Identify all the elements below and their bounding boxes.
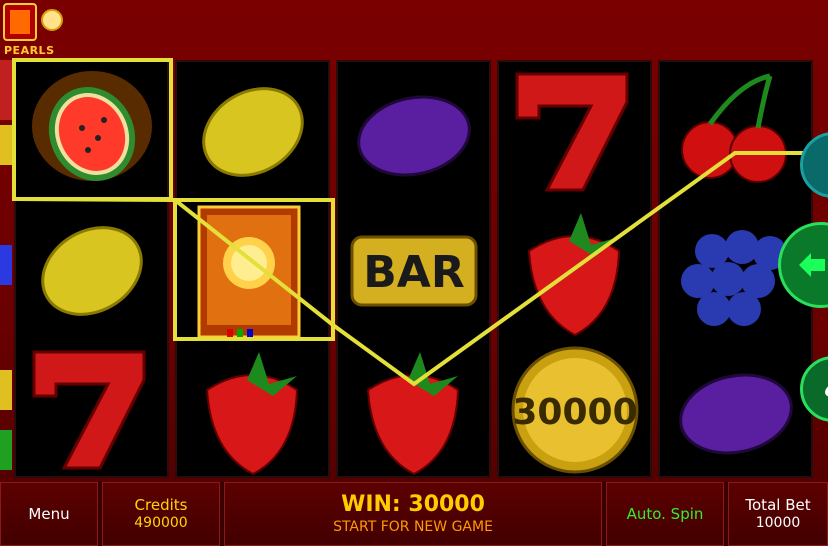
winning-payline [12,58,828,387]
credits-panel: Credits 490000 [102,482,220,546]
total-bet-panel[interactable]: Total Bet 10000 [728,482,828,546]
spin-arrow-icon[interactable] [778,222,828,308]
slot-game-screen: PEARLS BAR 30000 Menu Credits 490000 WIN… [0,0,828,546]
menu-label: Menu [28,505,70,523]
bottom-control-bar: Menu Credits 490000 WIN: 30000 START FOR… [0,482,828,546]
start-new-game-label: START FOR NEW GAME [333,519,493,535]
total-bet-value: 10000 [755,515,801,531]
auto-spin-label: Auto. Spin [626,505,704,523]
payline-path [13,151,828,387]
credits-label: Credits [134,496,188,514]
gamble-spade-icon[interactable]: ♠ [800,356,828,422]
win-amount: WIN: 30000 [341,492,485,517]
auto-spin-button[interactable]: Auto. Spin [606,482,724,546]
total-bet-label: Total Bet [745,496,811,514]
svg-text:♠: ♠ [821,376,828,406]
credits-value: 490000 [134,515,188,531]
win-highlight-1 [12,58,173,201]
menu-button[interactable]: Menu [0,482,98,546]
win-panel[interactable]: WIN: 30000 START FOR NEW GAME [224,482,602,546]
